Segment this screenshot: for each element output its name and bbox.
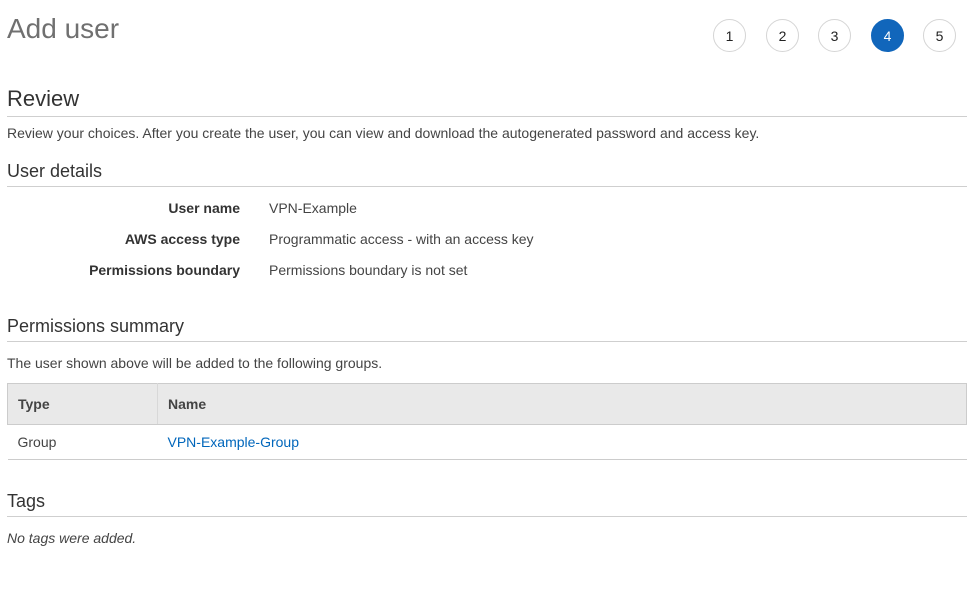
tags-heading: Tags (7, 491, 967, 517)
detail-row-user-name: User name VPN-Example (0, 200, 973, 220)
groups-table: Type Name Group VPN-Example-Group (7, 383, 967, 460)
step-5[interactable]: 5 (923, 19, 956, 52)
column-header-type: Type (7, 383, 158, 425)
group-name-link[interactable]: VPN-Example-Group (168, 434, 300, 450)
group-name-cell: VPN-Example-Group (157, 424, 967, 460)
table-header-row: Type Name (7, 383, 967, 425)
step-4-current[interactable]: 4 (871, 19, 904, 52)
detail-value: Programmatic access - with an access key (269, 231, 534, 247)
detail-row-permissions-boundary: Permissions boundary Permissions boundar… (0, 262, 973, 282)
user-details-heading: User details (7, 161, 967, 187)
table-row: Group VPN-Example-Group (7, 424, 967, 460)
permissions-description: The user shown above will be added to th… (7, 355, 383, 371)
detail-row-access-type: AWS access type Programmatic access - wi… (0, 231, 973, 251)
detail-label: Permissions boundary (89, 262, 240, 278)
detail-label: User name (168, 200, 240, 216)
group-type-cell: Group (7, 424, 158, 460)
step-1[interactable]: 1 (713, 19, 746, 52)
step-2[interactable]: 2 (766, 19, 799, 52)
permissions-summary-heading: Permissions summary (7, 316, 967, 342)
review-heading: Review (7, 86, 967, 117)
column-header-name: Name (157, 383, 967, 425)
detail-value: Permissions boundary is not set (269, 262, 468, 278)
wizard-steps: 1 2 3 4 5 (0, 19, 973, 55)
step-3[interactable]: 3 (818, 19, 851, 52)
detail-label: AWS access type (124, 231, 240, 247)
no-tags-message: No tags were added. (7, 530, 137, 546)
detail-value: VPN-Example (269, 200, 357, 216)
review-description: Review your choices. After you create th… (7, 125, 760, 141)
